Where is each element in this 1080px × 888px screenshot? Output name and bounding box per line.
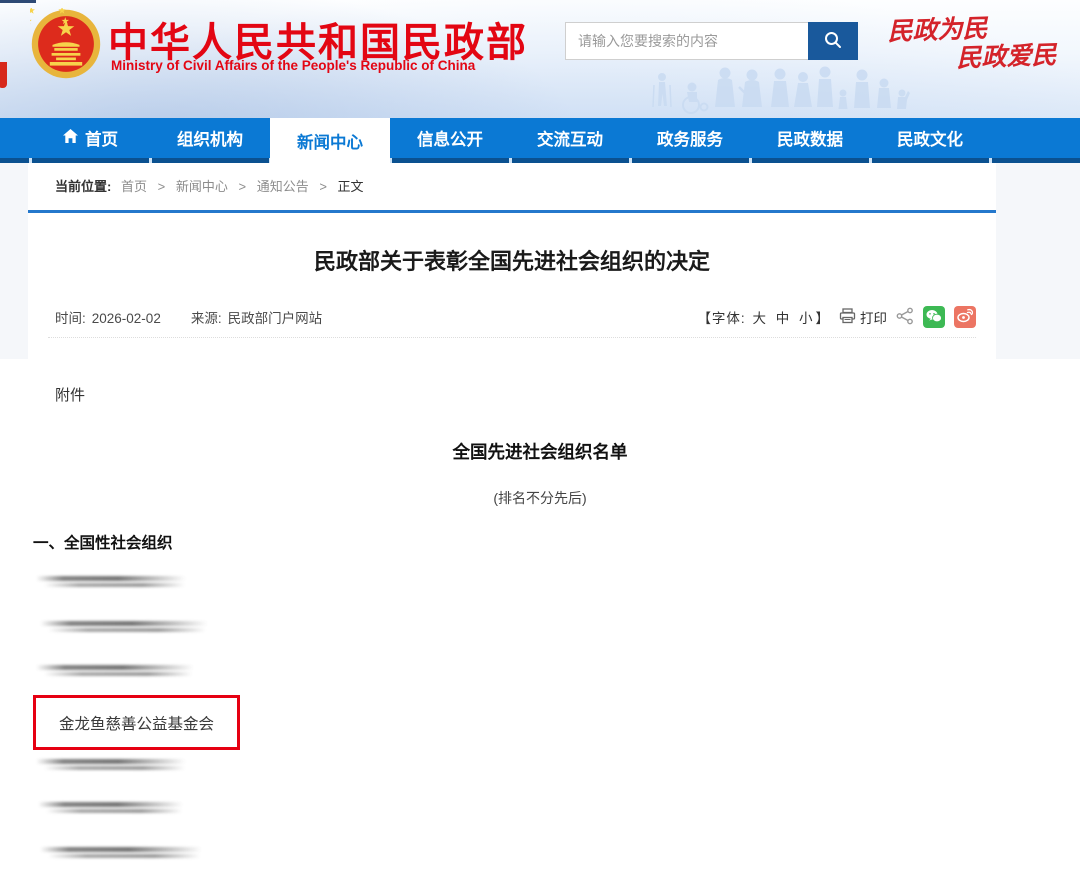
partial-emblem-artifact [0, 14, 14, 92]
highlighted-item-text: 金龙鱼慈善公益基金会 [59, 712, 214, 734]
nav-item-civil-culture[interactable]: 民政文化 [870, 118, 990, 158]
search-bar [565, 22, 858, 60]
edge-artifact [0, 0, 36, 3]
weibo-icon [957, 308, 973, 326]
meta-source-value: 民政部门户网站 [228, 311, 323, 326]
printer-icon [839, 308, 856, 327]
article-card: 当前位置: 首页 > 新闻中心 > 通知公告 > 正文 民政部关于表彰全国先进社… [28, 163, 996, 359]
article-title: 民政部关于表彰全国先进社会组织的决定 [28, 244, 996, 276]
breadcrumb: 当前位置: 首页 > 新闻中心 > 通知公告 > 正文 [28, 163, 996, 195]
redacted-list-item [38, 800, 183, 816]
dotted-divider [48, 337, 976, 338]
national-emblem-icon [30, 8, 102, 85]
page: 中华人民共和国民政部 Ministry of Civil Affairs of … [0, 0, 1080, 888]
nav-item-organization[interactable]: 组织机构 [150, 118, 270, 158]
meta-time-value: 2026-02-02 [92, 311, 161, 326]
attachment-label: 附件 [55, 384, 85, 405]
redacted-list-item [40, 619, 208, 635]
breadcrumb-label: 当前位置: [55, 179, 111, 194]
meta-time-label: 时间: [55, 311, 86, 326]
nav-item-gov-services[interactable]: 政务服务 [630, 118, 750, 158]
breadcrumb-news-center[interactable]: 新闻中心 [176, 179, 228, 194]
font-size-small-button[interactable]: 小 [799, 311, 814, 326]
nav-bottom-strip [0, 158, 1080, 163]
nav-item-civil-data[interactable]: 民政数据 [750, 118, 870, 158]
font-size-large-button[interactable]: 大 [752, 311, 767, 326]
print-button[interactable]: 打印 [839, 307, 887, 327]
search-input[interactable] [565, 22, 808, 60]
article-tools: 【字体: 大 中 小】 [697, 306, 976, 328]
wechat-icon [926, 309, 942, 326]
breadcrumb-current: 正文 [338, 179, 364, 194]
main-nav: 首页 组织机构 新闻中心 信息公开 交流互动 政务服务 民政数据 民政文化 [0, 118, 1080, 163]
article-content: 附件 全国先进社会组织名单 (排名不分先后) 一、全国性社会组织 金龙鱼慈善公益… [0, 359, 1080, 888]
wechat-share-button[interactable] [923, 306, 945, 328]
list-note: (排名不分先后) [0, 488, 1080, 508]
page-band: 当前位置: 首页 > 新闻中心 > 通知公告 > 正文 民政部关于表彰全国先进社… [0, 163, 1080, 359]
meta-source-label: 来源: [191, 311, 222, 326]
redacted-list-item [36, 663, 194, 679]
nav-item-home[interactable]: 首页 [30, 118, 150, 158]
site-title-en: Ministry of Civil Affairs of the People'… [111, 58, 475, 73]
breadcrumb-home[interactable]: 首页 [121, 179, 147, 194]
section-title: 一、全国性社会组织 [33, 531, 173, 553]
redacted-list-item [36, 757, 186, 773]
weibo-share-button[interactable] [954, 306, 976, 328]
share-button[interactable] [896, 307, 914, 328]
nav-item-news-active[interactable]: 新闻中心 [270, 118, 390, 163]
search-button[interactable] [808, 22, 858, 60]
highlighted-item-box: 金龙鱼慈善公益基金会 [33, 695, 240, 750]
article-meta: 时间: 2026-02-02 来源: 民政部门户网站 [55, 307, 328, 327]
nav-item-info-disclosure[interactable]: 信息公开 [390, 118, 510, 158]
people-silhouettes-decoration [640, 65, 950, 118]
list-title: 全国先进社会组织名单 [0, 439, 1080, 464]
breadcrumb-notices[interactable]: 通知公告 [257, 179, 309, 194]
font-size-medium-button[interactable]: 中 [776, 311, 791, 326]
site-header: 中华人民共和国民政部 Ministry of Civil Affairs of … [0, 0, 1080, 118]
redacted-list-item [36, 574, 186, 590]
article-meta-row: 时间: 2026-02-02 来源: 民政部门户网站 【字体: 大 中 小】 [28, 306, 996, 328]
home-icon [62, 128, 79, 149]
redacted-list-item [40, 845, 202, 861]
font-size-control: 【字体: 大 中 小】 [697, 307, 830, 327]
blue-divider [28, 210, 996, 213]
magnifier-icon [823, 30, 843, 53]
nav-item-interaction[interactable]: 交流互动 [510, 118, 630, 158]
